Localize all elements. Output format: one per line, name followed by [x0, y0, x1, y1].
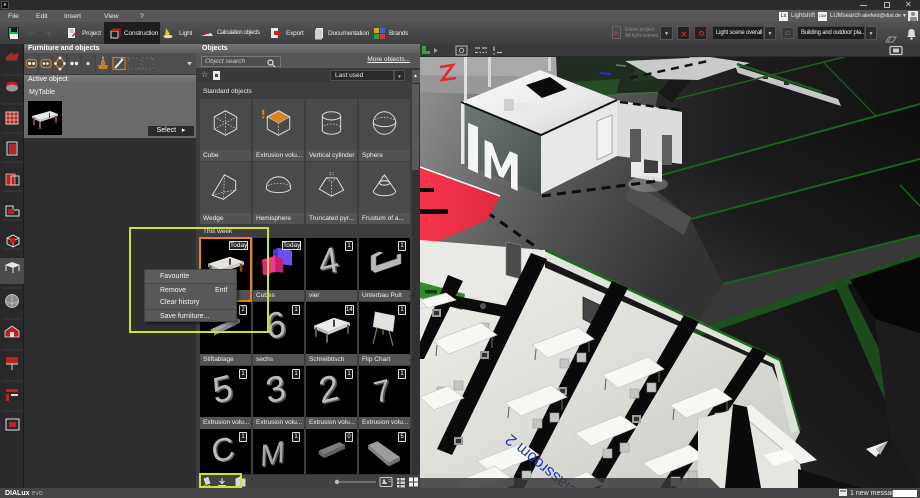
- svg-text:M: M: [260, 434, 286, 474]
- svg-text:!: !: [102, 57, 104, 63]
- svg-text:-: -: [329, 480, 331, 486]
